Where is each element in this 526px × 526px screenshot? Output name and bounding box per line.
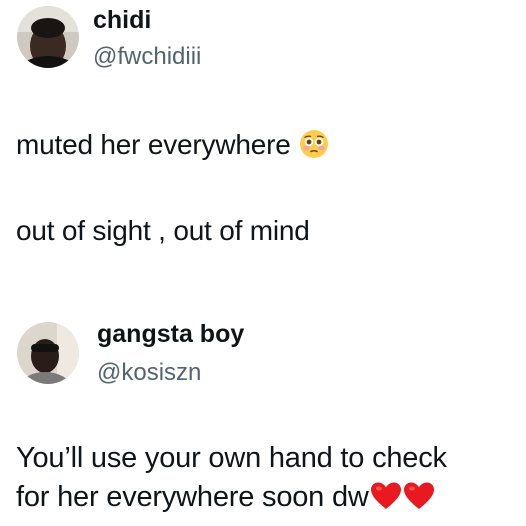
display-name[interactable]: gangsta boy bbox=[97, 319, 244, 349]
red-heart-emoji bbox=[403, 481, 435, 511]
tweet-text-line: for her everywhere soon dw bbox=[16, 480, 435, 514]
tweet-text-line: You’ll use your own hand to check bbox=[16, 442, 447, 474]
tweet-text: muted her everywhere bbox=[16, 129, 291, 160]
avatar[interactable] bbox=[17, 322, 79, 384]
avatar-photo-image bbox=[17, 322, 79, 384]
flushed-face-emoji bbox=[299, 129, 329, 159]
tweet-text-line: muted her everywhere bbox=[16, 128, 329, 162]
tweet-text: for her everywhere soon dw bbox=[16, 481, 369, 513]
user-handle[interactable]: @fwchidiii bbox=[93, 42, 201, 72]
red-heart-emoji bbox=[370, 481, 402, 511]
avatar-photo-image bbox=[17, 6, 79, 68]
tweet-text-line: out of sight , out of mind bbox=[16, 215, 310, 246]
user-handle[interactable]: @kosiszn bbox=[97, 358, 201, 388]
display-name[interactable]: chidi bbox=[93, 5, 151, 35]
avatar[interactable] bbox=[17, 6, 79, 68]
